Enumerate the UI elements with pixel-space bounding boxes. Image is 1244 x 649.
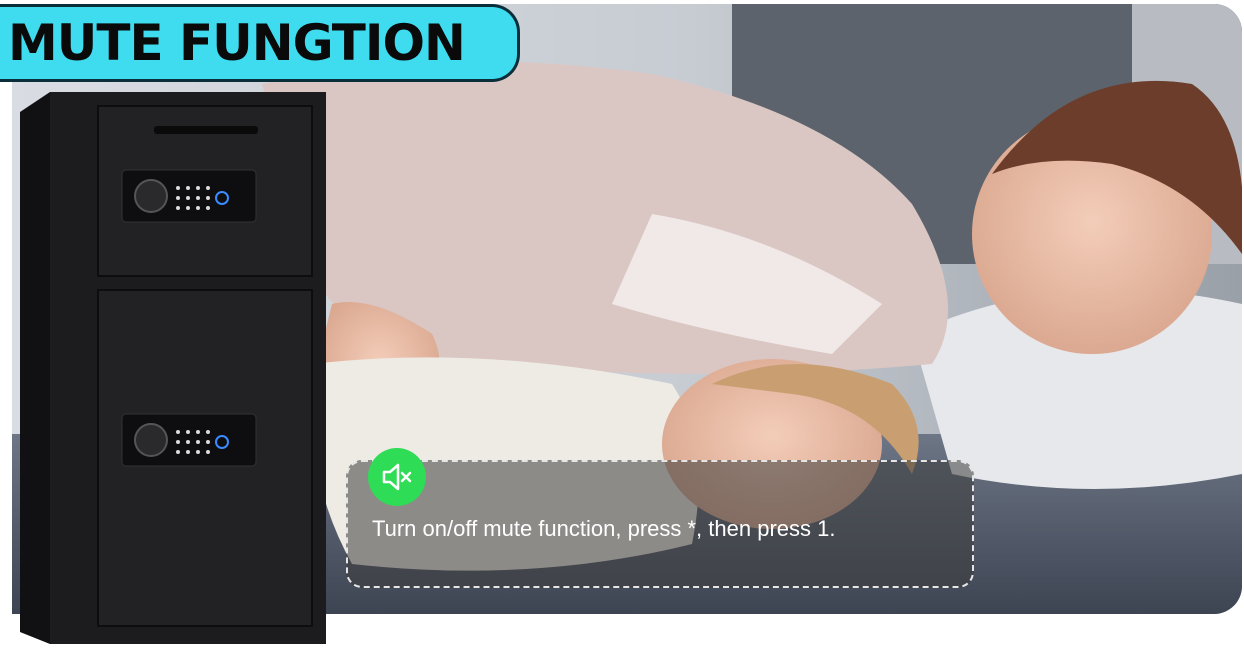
- title-banner: MUTE FUNGTION: [0, 4, 520, 82]
- speaker-mute-icon: [368, 448, 426, 506]
- mute-instruction-callout: Turn on/off mute function, press *, then…: [346, 460, 974, 588]
- safe-product: [20, 92, 326, 644]
- mute-instruction-text: Turn on/off mute function, press *, then…: [372, 516, 836, 541]
- banner-title: MUTE FUNGTION: [8, 14, 466, 72]
